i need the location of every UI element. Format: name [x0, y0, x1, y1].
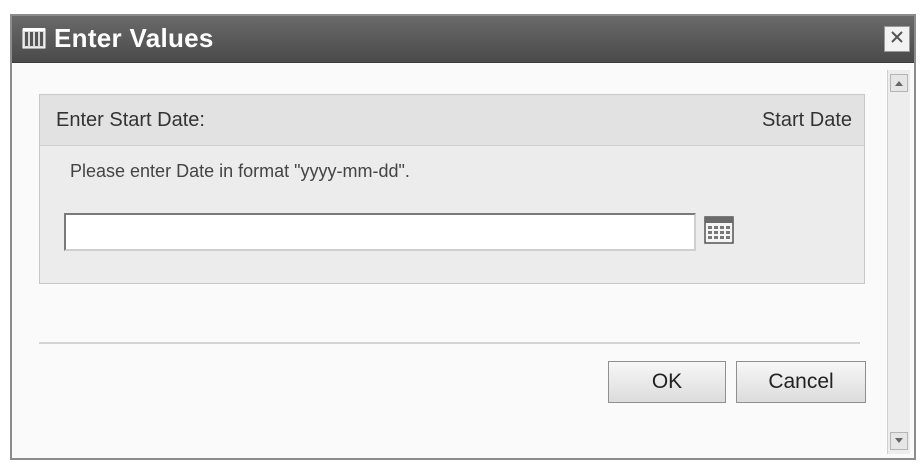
- close-button[interactable]: [884, 26, 910, 52]
- enter-values-dialog: Enter Values Enter Start Date: Start Dat…: [10, 14, 916, 460]
- scroll-down-button[interactable]: [890, 432, 908, 450]
- start-date-prompt: Enter Start Date: Start Date Please ente…: [39, 94, 865, 284]
- button-divider: [39, 342, 860, 344]
- app-icon: [22, 26, 48, 50]
- dialog-title: Enter Values: [54, 23, 214, 53]
- arrow-down-icon: [894, 432, 904, 450]
- start-date-input[interactable]: [64, 213, 696, 251]
- dialog-titlebar[interactable]: Enter Values: [12, 16, 914, 63]
- prompt-title: Enter Start Date:: [56, 109, 205, 131]
- close-icon: [889, 29, 905, 50]
- cancel-button[interactable]: Cancel: [736, 361, 866, 403]
- calendar-button[interactable]: [702, 213, 736, 247]
- arrow-up-icon: [894, 74, 904, 92]
- prompt-parameter-name: Start Date: [761, 109, 852, 131]
- prompt-instruction: Please enter Date in format "yyyy-mm-dd"…: [70, 161, 410, 181]
- ok-button[interactable]: OK: [608, 361, 726, 403]
- prompt-header: Enter Start Date: Start Date: [40, 95, 864, 146]
- scroll-up-button[interactable]: [890, 74, 908, 92]
- calendar-icon: [702, 216, 736, 251]
- vertical-scrollbar[interactable]: [887, 70, 910, 454]
